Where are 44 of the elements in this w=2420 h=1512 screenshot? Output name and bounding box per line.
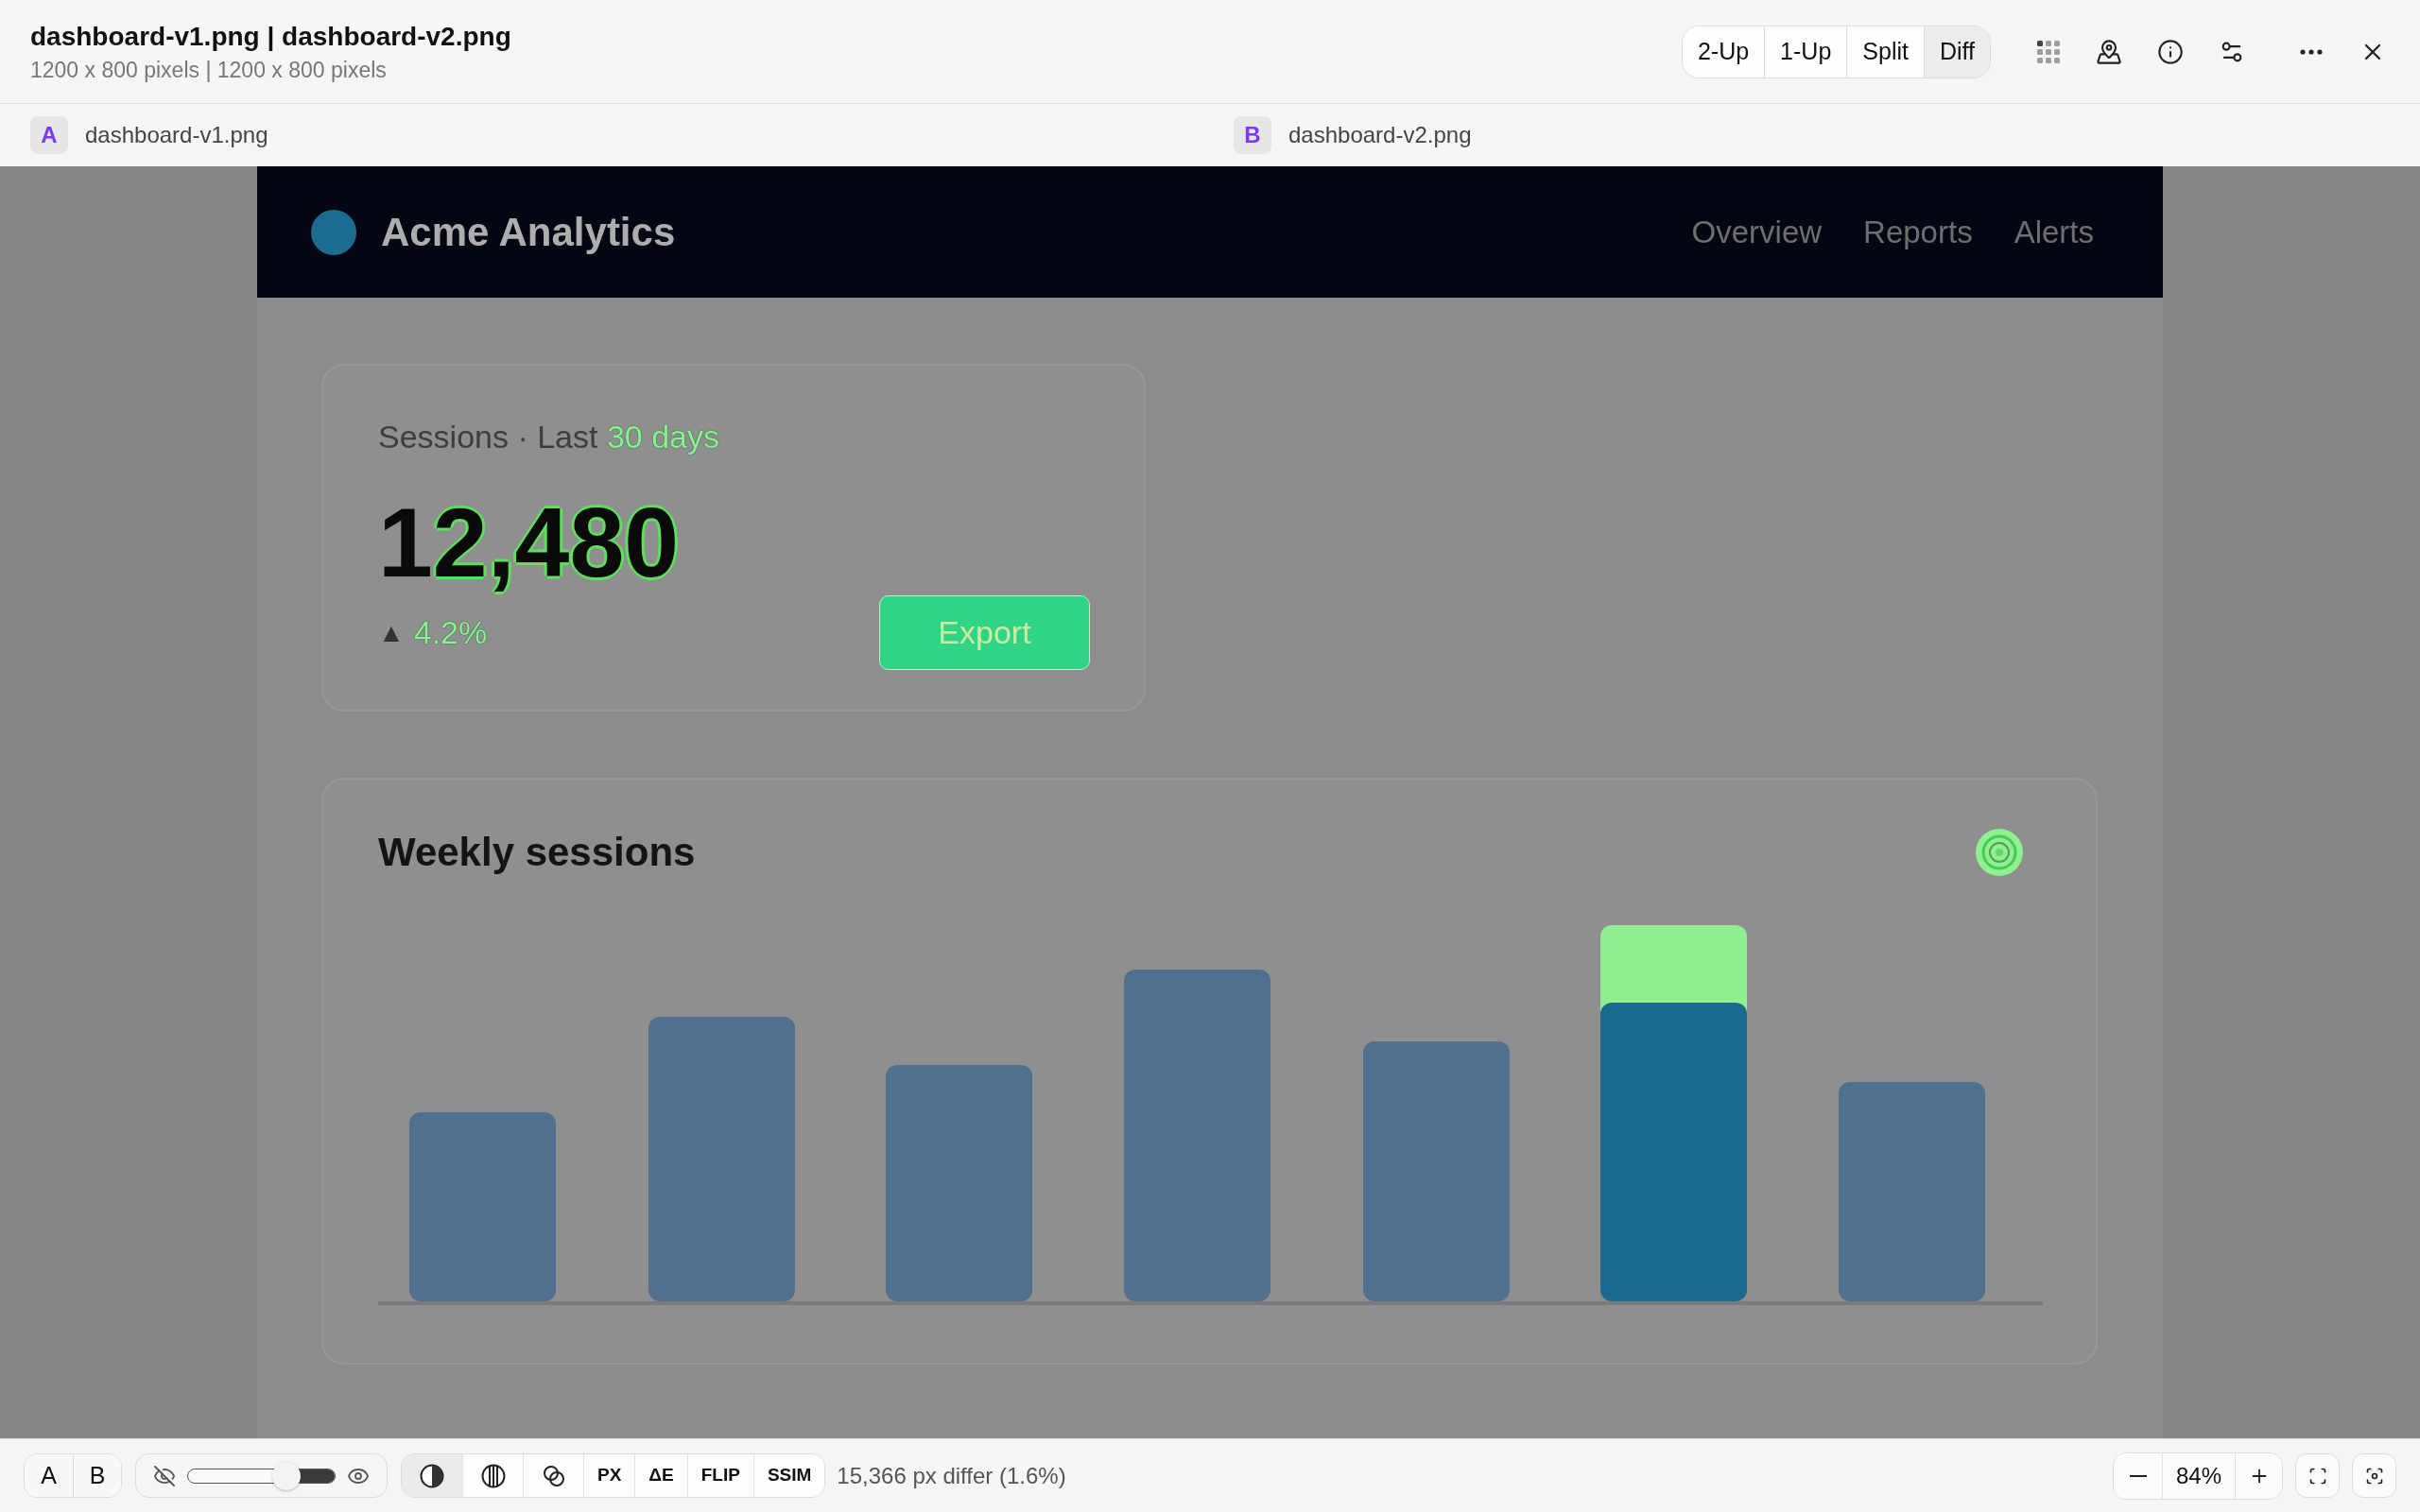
delta-value: 4.2%	[413, 613, 488, 652]
more-icon[interactable]	[2300, 48, 2323, 55]
diff-mode-button[interactable]: SSIM	[752, 1454, 825, 1497]
stat-value: 12,480	[378, 493, 680, 592]
view-mode-tab[interactable]: Split	[1846, 26, 1924, 77]
zoom-in-button[interactable]	[2236, 1452, 2282, 1499]
diff-summary: 15,366 px differ (1.6%)	[837, 1461, 1066, 1490]
minus-icon	[2129, 1474, 2147, 1477]
nav-link[interactable]: Overview	[1691, 208, 1823, 256]
source-badge: B	[1234, 116, 1271, 154]
nav-link[interactable]: Reports	[1863, 208, 1973, 256]
contrast-icon	[420, 1463, 444, 1488]
image-filename: dashboard-v2.png	[1288, 121, 1472, 149]
card-title: Weekly sessions	[378, 831, 696, 874]
focus-icon	[2364, 1466, 2384, 1486]
eye-off-icon[interactable]	[153, 1464, 176, 1487]
diff-mode-button[interactable]: ΔE	[634, 1454, 687, 1497]
logo-icon	[311, 209, 356, 255]
striped-circle-icon	[480, 1463, 506, 1488]
nav-link[interactable]: Alerts	[2014, 208, 2094, 256]
slider-thumb[interactable]	[271, 1461, 301, 1490]
source-toggle[interactable]: B	[73, 1454, 121, 1497]
focus-button[interactable]	[2352, 1453, 2396, 1498]
grid-icon[interactable]	[2036, 39, 2061, 64]
trend-arrow: ▲	[378, 616, 405, 649]
diff-mode-button[interactable]	[523, 1454, 583, 1497]
diff-mode-button[interactable]	[462, 1454, 523, 1497]
fit-screen-icon	[2308, 1466, 2327, 1486]
view-mode-tab[interactable]: 2-Up	[1682, 26, 1765, 77]
stat-label: Sessions · Last 30 days	[378, 418, 719, 455]
view-mode-tab[interactable]: 1-Up	[1764, 26, 1847, 77]
brand-name: Acme Analytics	[381, 209, 676, 256]
diff-mode-button[interactable]: FLIP	[686, 1454, 753, 1497]
view-mode-tab[interactable]: Diff	[1923, 26, 1990, 77]
overlapping-circles-icon	[542, 1464, 565, 1487]
source-badge: A	[30, 116, 68, 154]
image-dimensions: 1200 x 800 pixels | 1200 x 800 pixels	[30, 56, 388, 83]
window-title: dashboard-v1.png | dashboard-v2.png	[30, 20, 511, 53]
image-filename: dashboard-v1.png	[85, 121, 268, 149]
info-icon[interactable]	[2157, 38, 2184, 65]
diff-mode-button[interactable]	[402, 1454, 462, 1497]
diff-mode-button[interactable]: PX	[583, 1454, 635, 1497]
map-pin-icon[interactable]	[2096, 38, 2122, 65]
zoom-level: 84%	[2162, 1452, 2236, 1499]
